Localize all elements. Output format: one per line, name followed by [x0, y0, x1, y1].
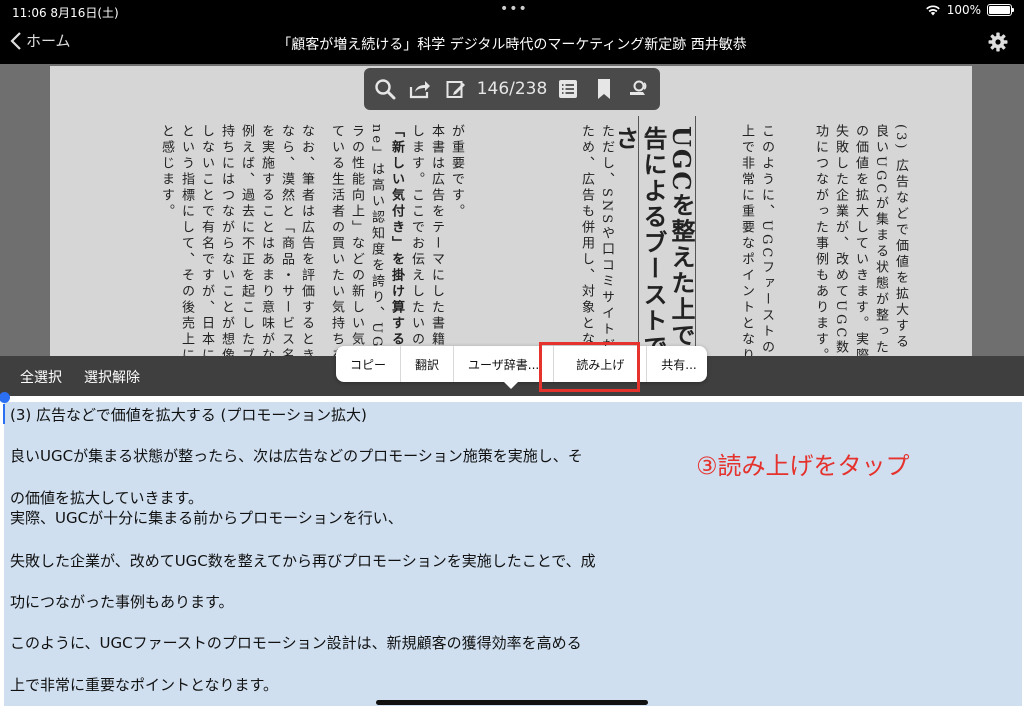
text-line: 良いUGCが集まる状態が整ったら、次は広告などのプロモーション施策を実施し、そ: [10, 447, 583, 465]
page-column: 「新しい気付き」を掛け算することで: [389, 124, 404, 356]
bookmark-button[interactable]: [589, 74, 619, 104]
search-button[interactable]: [370, 74, 400, 104]
settings-button[interactable]: [988, 32, 1008, 56]
text-line: このように、UGCファーストのプロモーション設計は、新規顧客の獲得効率を高める: [10, 634, 582, 652]
multitasking-dots-icon[interactable]: •••: [500, 1, 528, 17]
page-column: なお、筆者は広告を評価するときに「: [299, 124, 314, 356]
page-column: の価値を拡大していきます。実際、UG: [853, 124, 868, 356]
page-column: が重要です。: [449, 124, 464, 220]
share-button[interactable]: [406, 74, 436, 104]
page-column: ただし、SNSや口コミサイトだけ: [599, 124, 614, 356]
list-icon: [559, 80, 578, 98]
page-column: 例えば、過去に不正を起こしたブラン: [239, 124, 254, 356]
page-column: 良いUGCが集まる状態が整ったら、: [873, 124, 888, 356]
select-all-button[interactable]: 全選択: [20, 367, 62, 387]
copy-menu-item[interactable]: コピー: [336, 346, 402, 382]
share-menu-item[interactable]: 共有...: [647, 346, 706, 382]
selection-start-handle[interactable]: [3, 404, 5, 424]
gear-icon: [988, 32, 1008, 52]
note-button[interactable]: [441, 74, 471, 104]
page-column: します。ここでお伝えしたいのは、S: [409, 124, 424, 356]
reader-view[interactable]: UGCを整えた上で広告によるブーストでさ (3) 広告などで価値を拡大する (プ…: [0, 64, 1024, 356]
bookmark-icon: [597, 79, 610, 99]
page-column: ne」は高い認知度を誇り、UGCも多: [369, 124, 384, 356]
page-column: 功につながった事例もあります。: [813, 124, 828, 356]
context-menu: コピー 翻訳 ユーザ辞書... 読み上げ 共有...: [336, 346, 707, 382]
tutorial-highlight-box: [539, 342, 640, 392]
read-aloud-button[interactable]: [624, 74, 654, 104]
page-column: 失敗した企業が、改めてUGC数を整: [833, 124, 848, 356]
text-line: 失敗した企業が、改めてUGC数を整えてから再びプロモーションを実施したことで、成: [10, 552, 596, 570]
page-column: このように、UGCファーストのプロ: [759, 124, 774, 356]
page-column: しないことで有名ですが、日本において: [199, 124, 214, 356]
page-column: ため、広告も併用し、対象となる生活: [579, 124, 594, 356]
toc-button[interactable]: [553, 74, 583, 104]
page-column: 持ちにはつながらないことが想像できま: [219, 124, 234, 356]
page-column: ラの性能向上」などの新しい気付きを広: [349, 124, 364, 356]
page-heading: UGCを整えた上で広告によるブーストでさ: [611, 116, 696, 356]
deselect-button[interactable]: 選択解除: [84, 367, 140, 387]
context-menu-pointer: [504, 382, 518, 389]
book-title: 「顧客が増え続ける」科学 デジタル時代のマーケティング新定跡 西井敏恭: [277, 37, 747, 53]
page-column: と感じます。: [159, 124, 174, 220]
page-counter: 146/238: [476, 79, 548, 99]
translate-menu-item[interactable]: 翻訳: [401, 346, 455, 382]
page-column: 本書は広告をテーマにした書籍では: [429, 124, 444, 356]
reader-toolbar: 146/238: [364, 68, 660, 110]
nav-bar: ホーム 「顧客が増え続ける」科学 デジタル時代のマーケティング新定跡 西井敏恭: [0, 22, 1024, 64]
pencil-note-icon: [446, 81, 465, 98]
page-column: なら、漠然と「商品・サービス名やブラ: [279, 124, 294, 356]
tutorial-annotation: ③読み上げをタップ: [696, 452, 910, 480]
page-column: (3) 広告などで価値を拡大する (プロ: [893, 124, 908, 356]
home-indicator[interactable]: [376, 700, 648, 705]
status-bar: 11:06 8月16日(土) ••• 100%: [0, 0, 1024, 22]
search-icon: [375, 79, 396, 100]
text-line: 上で非常に重要なポイントとなります。: [10, 676, 279, 694]
text-line: 実際、UGCが十分に集まる前からプロモーションを行い、: [10, 509, 403, 527]
page-column: 上で非常に重要なポイントとなります。: [739, 124, 754, 356]
page-column: を実施することはあまり意味がないと考: [259, 124, 274, 356]
page-column: という指標にして、その後売上にどのよ: [179, 124, 194, 356]
wifi-icon: [925, 5, 940, 16]
battery-icon: [987, 4, 1014, 16]
battery-percent: 100%: [946, 3, 981, 17]
status-time: 11:06 8月16日(土): [12, 6, 119, 20]
page-column: ている生活者の買いたい気持ちを後押し: [329, 124, 344, 356]
text-line: 功につながった事例もあります。: [10, 593, 234, 611]
text-line: の価値を拡大していきます。: [10, 489, 204, 507]
text-line: (3) 広告などで価値を拡大する (プロモーション拡大): [10, 406, 367, 424]
speaker-icon: [630, 80, 647, 95]
status-right: 100%: [925, 3, 1014, 17]
share-icon: [410, 81, 431, 99]
text-view[interactable]: (3) 広告などで価値を拡大する (プロモーション拡大) 良いUGCが集まる状態…: [0, 396, 1024, 712]
